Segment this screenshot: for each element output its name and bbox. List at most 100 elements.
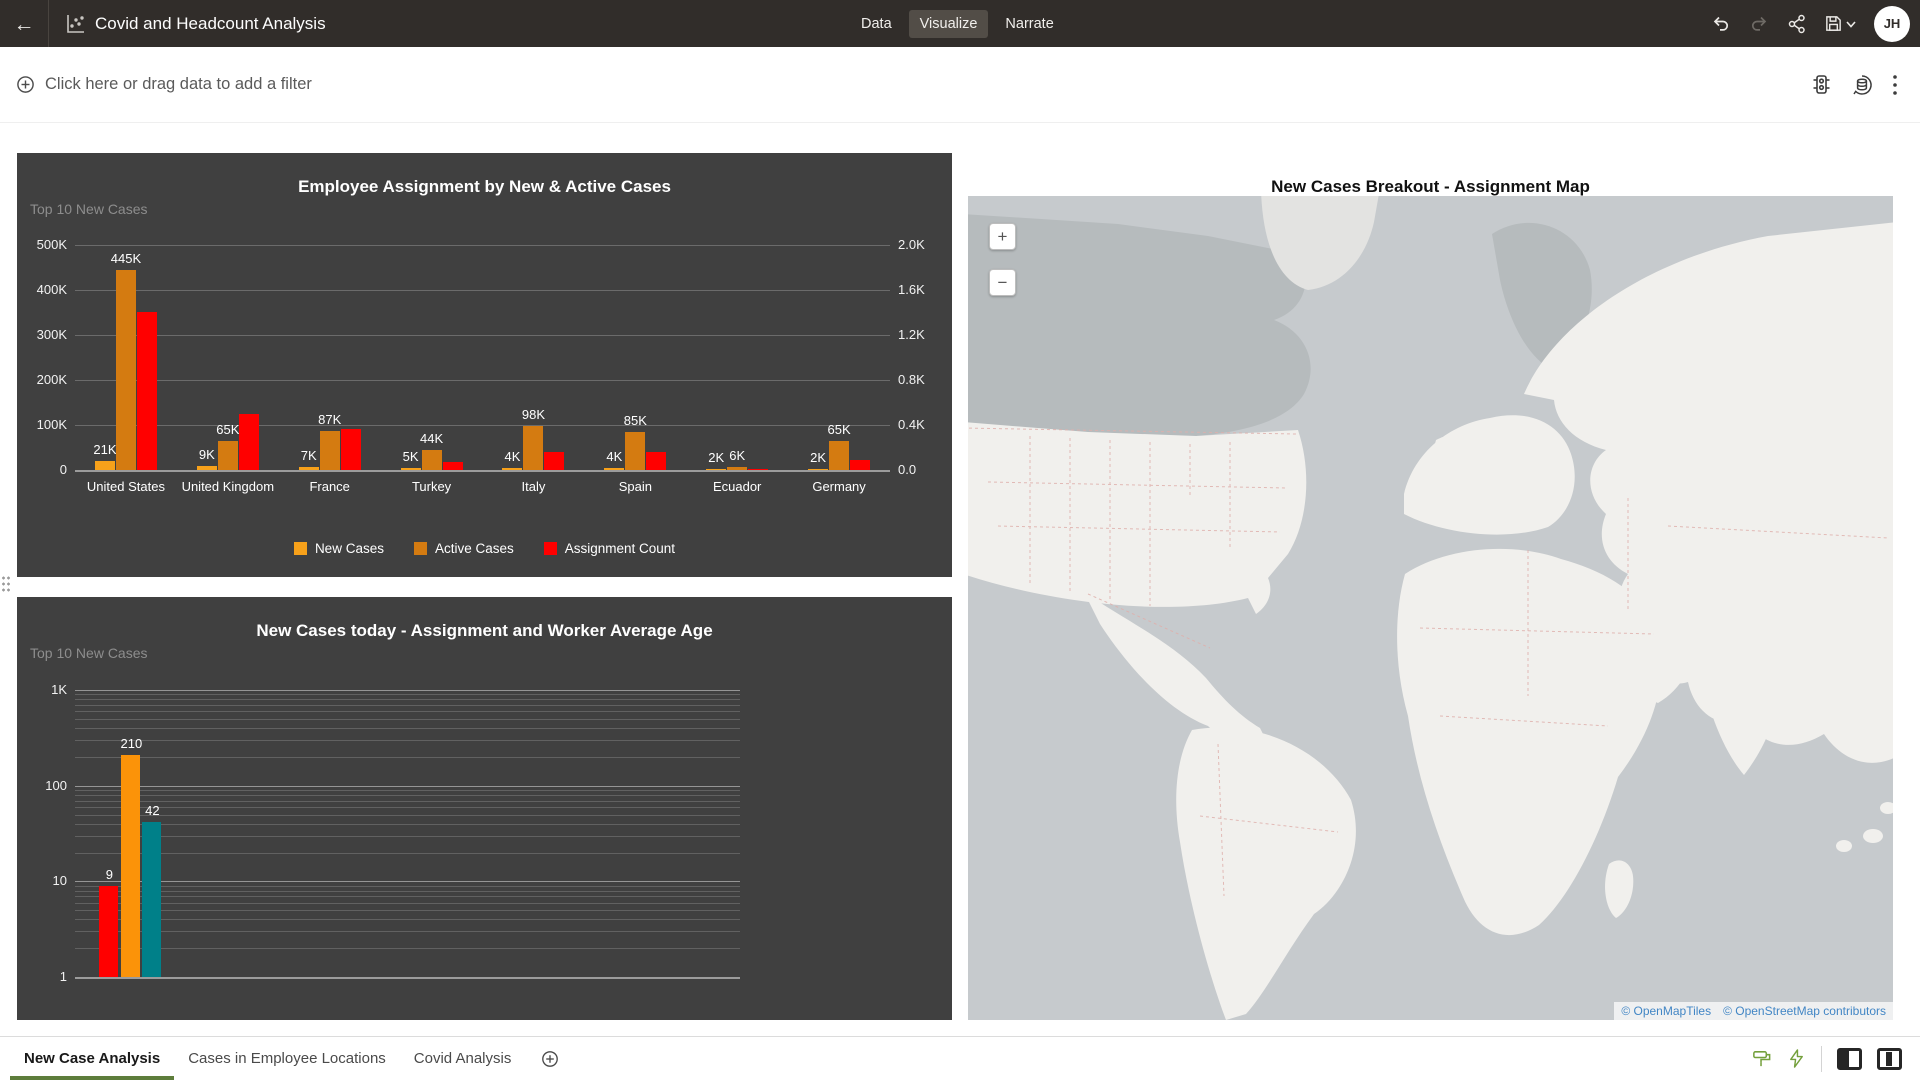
gridline [75, 470, 890, 472]
bar-new-cases[interactable] [502, 468, 522, 470]
bar-active-cases[interactable] [422, 450, 442, 470]
minor-gridline [75, 801, 740, 802]
bar-value-label: 65K [804, 422, 874, 437]
canvas-tab-covid-analysis[interactable]: Covid Analysis [400, 1037, 526, 1080]
touch-refresh-icon[interactable] [1751, 1048, 1772, 1069]
add-canvas-button[interactable] [535, 1037, 565, 1080]
category-label: France [275, 479, 385, 495]
bar-new-cases[interactable] [299, 467, 319, 470]
openstreetmap-link[interactable]: © OpenStreetMap contributors [1723, 1004, 1886, 1018]
tab-data[interactable]: Data [850, 10, 903, 38]
bar-value-label: 42 [117, 803, 187, 818]
add-filter-button[interactable]: Click here or drag data to add a filter [16, 75, 312, 94]
minor-gridline [75, 910, 740, 911]
layout-panel-left-icon[interactable] [1837, 1048, 1862, 1070]
redo-icon[interactable] [1742, 7, 1776, 41]
bar-new-cases[interactable] [121, 755, 140, 977]
gridline [75, 881, 740, 882]
openmaptiles-link[interactable]: © OpenMapTiles [1621, 1004, 1711, 1018]
tab-narrate[interactable]: Narrate [994, 10, 1064, 38]
app-root: ← Covid and Headcount Analysis Data Visu… [0, 0, 1920, 1080]
map-zoom-in-button[interactable]: + [989, 223, 1016, 250]
bar-new-cases[interactable] [604, 468, 624, 470]
bar-active-cases[interactable] [116, 270, 136, 470]
world-map-land [968, 196, 1893, 1020]
axis-tick-left: 100K [17, 417, 67, 432]
panel-resize-handle[interactable] [1, 575, 11, 593]
axis-tick-left: 100 [17, 778, 67, 793]
map-zoom-out-button[interactable]: − [989, 269, 1016, 296]
chart-employee-assignment: Employee Assignment by New & Active Case… [17, 153, 952, 577]
bar-new-cases[interactable] [95, 461, 115, 470]
axis-tick-left: 10 [17, 873, 67, 888]
gridline [75, 290, 890, 291]
undo-icon[interactable] [1704, 7, 1738, 41]
share-icon[interactable] [1780, 7, 1814, 41]
chart1-title: Employee Assignment by New & Active Case… [17, 177, 952, 197]
avatar[interactable]: JH [1874, 6, 1910, 42]
bar-active-cases[interactable] [523, 426, 543, 470]
legend-item-assignment-count[interactable]: Assignment Count [544, 541, 675, 556]
axis-tick-left: 1 [17, 969, 67, 984]
header-nav-tabs: Data Visualize Narrate [850, 0, 1065, 47]
minor-gridline [75, 699, 740, 700]
tab-visualize[interactable]: Visualize [909, 10, 989, 38]
bar-value-label: 98K [498, 407, 568, 422]
bar-assignment-count[interactable] [850, 460, 870, 470]
bar-new-cases[interactable] [401, 468, 421, 470]
chart2-subtitle: Top 10 New Cases [30, 645, 148, 661]
chart2-title: New Cases today - Assignment and Worker … [17, 621, 952, 641]
save-icon[interactable] [1818, 7, 1862, 41]
bar-new-cases[interactable] [197, 466, 217, 470]
chart1-legend: New Cases Active Cases Assignment Count [17, 541, 952, 556]
bar-average-worker-age[interactable] [142, 822, 161, 977]
filter-bar-actions [1810, 73, 1904, 97]
minor-gridline [75, 719, 740, 720]
axis-tick-right: 1.2K [898, 327, 950, 342]
bar-assignment-count[interactable] [646, 452, 666, 470]
bar-assignment-count[interactable] [137, 312, 157, 470]
bar-active-cases[interactable] [320, 431, 340, 470]
back-button[interactable]: ← [0, 0, 48, 47]
category-label: Ecuador [682, 479, 792, 495]
axis-tick-left: 300K [17, 327, 67, 342]
layout-panel-center-icon[interactable] [1877, 1048, 1902, 1070]
map-area[interactable]: + − © OpenMapTiles © OpenStreetMap contr… [968, 196, 1893, 1020]
bar-value-label: 445K [91, 251, 161, 266]
canvas-tab-cases-in-employee-locations[interactable]: Cases in Employee Locations [174, 1037, 400, 1080]
minor-gridline [75, 790, 740, 791]
legend-label: Active Cases [435, 541, 514, 556]
bar-new-cases[interactable] [808, 469, 828, 470]
legend-label: Assignment Count [565, 541, 675, 556]
axis-tick-right: 2.0K [898, 237, 950, 252]
header-divider [48, 0, 49, 47]
bar-assignment-count[interactable] [341, 429, 361, 470]
minor-gridline [75, 705, 740, 706]
bar-assignment-count[interactable] [239, 414, 259, 470]
canvas-tab-bar: New Case Analysis Cases in Employee Loca… [0, 1036, 1920, 1080]
limit-values-icon[interactable] [1810, 73, 1832, 97]
map-title: New Cases Breakout - Assignment Map [968, 177, 1893, 197]
data-sets-icon[interactable] [1850, 73, 1874, 97]
bar-assignment-count[interactable] [748, 469, 768, 470]
bar-active-cases[interactable] [727, 467, 747, 470]
bar-value-label: 210 [96, 736, 166, 751]
kebab-menu-icon[interactable] [1892, 74, 1898, 96]
legend-item-new-cases[interactable]: New Cases [294, 541, 384, 556]
bar-assignment-count[interactable] [544, 452, 564, 470]
bar-new-cases[interactable] [706, 469, 726, 470]
auto-apply-icon[interactable] [1787, 1048, 1806, 1069]
bar-active-cases[interactable] [218, 441, 238, 470]
bar-assignment-count[interactable] [99, 886, 118, 977]
page-title: Covid and Headcount Analysis [95, 14, 326, 34]
bar-active-cases[interactable] [625, 432, 645, 470]
chart-assignment-map: New Cases Breakout - Assignment Map [968, 150, 1893, 1020]
gridline [75, 786, 740, 787]
category-label: Germany [784, 479, 894, 495]
minor-gridline [75, 948, 740, 949]
workbook-chart-icon [64, 13, 86, 35]
bar-active-cases[interactable] [829, 441, 849, 470]
canvas-tab-new-case-analysis[interactable]: New Case Analysis [10, 1037, 174, 1080]
legend-item-active-cases[interactable]: Active Cases [414, 541, 514, 556]
bar-assignment-count[interactable] [443, 462, 463, 470]
